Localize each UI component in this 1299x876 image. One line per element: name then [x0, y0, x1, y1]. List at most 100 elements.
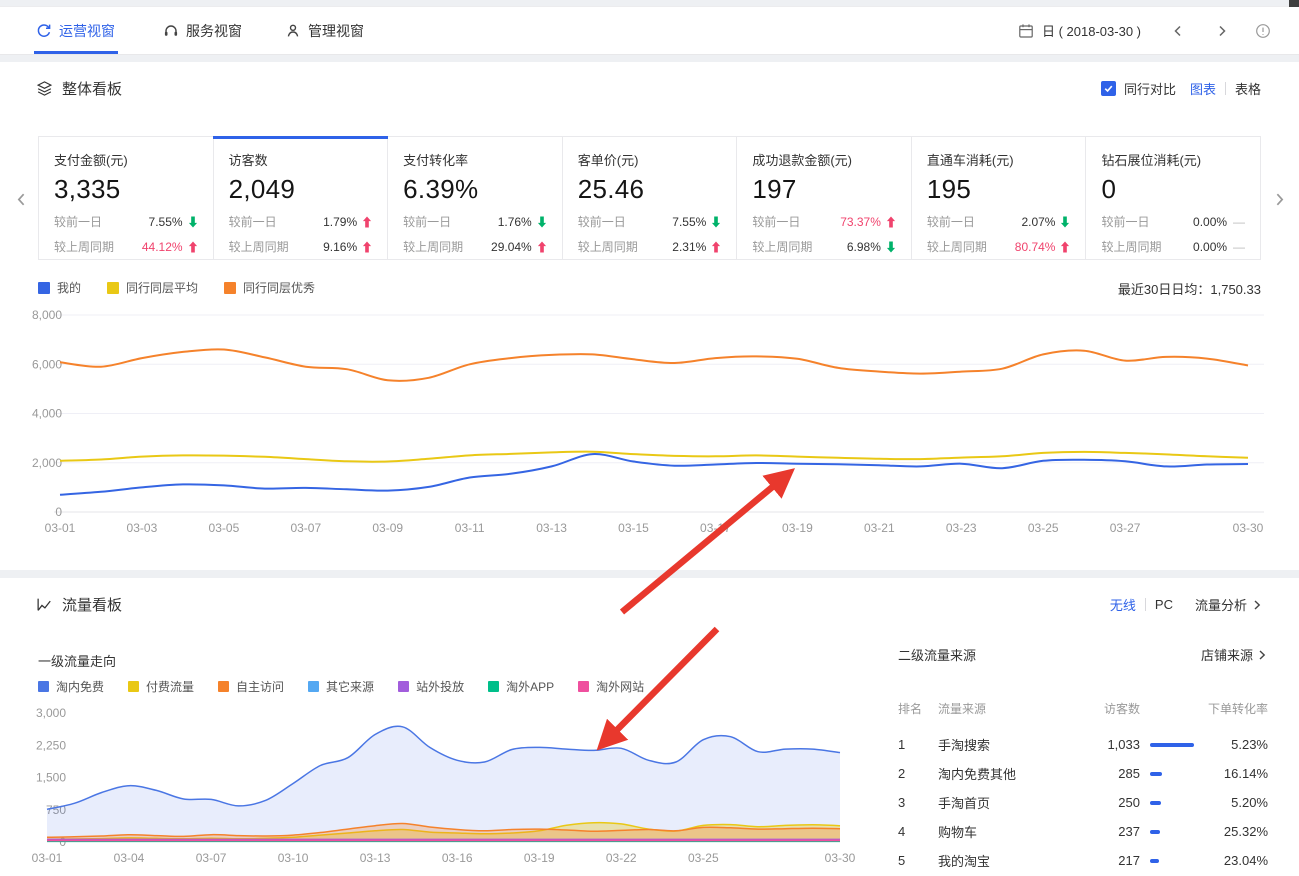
cards-next-button[interactable]: [1272, 192, 1287, 207]
compare-value: 44.12%: [142, 240, 183, 254]
compare-value: 6.98%: [847, 240, 881, 254]
metric-compare-row: 较前一日1.79%: [229, 213, 373, 230]
traffic-header: 流量看板: [36, 594, 122, 615]
next-date-button[interactable]: [1215, 24, 1229, 38]
shop-source-link[interactable]: 店铺来源: [1201, 645, 1268, 664]
svg-text:03-03: 03-03: [127, 521, 158, 535]
down-arrow-icon: [537, 216, 547, 228]
legend-item[interactable]: 付费流量: [128, 678, 194, 695]
legend-item[interactable]: 淘外APP: [488, 678, 554, 695]
metric-compare-row: 较上周同期29.04%: [403, 238, 547, 255]
metric-card-0[interactable]: 支付金额(元)3,335较前一日7.55%较上周同期44.12%: [39, 137, 214, 259]
svg-text:3,000: 3,000: [36, 706, 66, 720]
traffic-controls: 无线 PC 流量分析: [1110, 595, 1263, 614]
svg-text:03-11: 03-11: [455, 521, 485, 535]
compare-value: 80.74%: [1015, 240, 1056, 254]
svg-text:03-13: 03-13: [536, 521, 567, 535]
metric-cards: 支付金额(元)3,335较前一日7.55%较上周同期44.12%访客数2,049…: [38, 136, 1261, 260]
source-name-cell: 手淘搜索: [938, 735, 1088, 754]
metric-card-1[interactable]: 访客数2,049较前一日1.79%较上周同期9.16%: [214, 137, 389, 259]
tab-wireless[interactable]: 无线: [1110, 595, 1136, 614]
view-chart-link[interactable]: 图表: [1190, 79, 1216, 98]
compare-label: 较上周同期: [927, 238, 987, 255]
table-row[interactable]: 4购物车23725.32%: [898, 817, 1268, 846]
legend-item[interactable]: 站外投放: [398, 678, 464, 695]
compare-label: 较上周同期: [403, 238, 463, 255]
tab-operations[interactable]: 运营视窗: [36, 7, 115, 54]
svg-text:03-27: 03-27: [1110, 521, 1141, 535]
tab-service[interactable]: 服务视窗: [163, 7, 242, 54]
legend-item[interactable]: 我的: [38, 279, 81, 296]
metric-label: 访客数: [229, 150, 373, 169]
metric-value: 6.39%: [403, 174, 547, 205]
metric-card-6[interactable]: 钻石展位消耗(元)0较前一日0.00%—较上周同期0.00%—: [1086, 137, 1260, 259]
metric-value: 195: [927, 174, 1071, 205]
visitors-bar: [1150, 772, 1162, 776]
legend-item[interactable]: 淘内免费: [38, 678, 104, 695]
table-row[interactable]: 1手淘搜索1,0335.23%: [898, 730, 1268, 759]
table-row[interactable]: 3手淘首页2505.20%: [898, 788, 1268, 817]
traffic-chart-legend: 淘内免费 付费流量 自主访问 其它来源 站外投放 淘外APP 淘外网站: [38, 678, 644, 695]
layers-icon: [36, 80, 53, 97]
tab-management[interactable]: 管理视窗: [285, 7, 364, 54]
rank-cell: 3: [898, 795, 938, 810]
compare-label: 较前一日: [403, 213, 451, 230]
legend-label: 其它来源: [326, 678, 374, 695]
rate-cell: 5.23%: [1204, 737, 1268, 752]
compare-label: 较前一日: [752, 213, 800, 230]
shop-source-label[interactable]: 店铺来源: [1201, 645, 1253, 664]
metric-card-4[interactable]: 成功退款金额(元)197较前一日73.37%较上周同期6.98%: [737, 137, 912, 259]
metric-card-3[interactable]: 客单价(元)25.46较前一日7.55%较上周同期2.31%: [563, 137, 738, 259]
visitors-bar: [1150, 743, 1194, 747]
chevron-right-icon[interactable]: [1251, 599, 1263, 611]
legend-item[interactable]: 同行同层平均: [107, 279, 198, 296]
legend-label: 淘外网站: [596, 678, 644, 695]
overview-header: 整体看板: [36, 78, 122, 99]
visitors-cell: 217: [1088, 853, 1140, 868]
legend-item[interactable]: 其它来源: [308, 678, 374, 695]
view-table-link[interactable]: 表格: [1235, 79, 1261, 98]
topbar-right: 日 ( 2018-03-30 ): [1018, 7, 1271, 54]
column-header: 流量来源: [938, 700, 1088, 717]
prev-date-button[interactable]: [1171, 24, 1185, 38]
peer-compare-checkbox[interactable]: [1101, 81, 1116, 96]
svg-text:03-22: 03-22: [606, 851, 637, 865]
tab-pc[interactable]: PC: [1155, 597, 1173, 612]
visitors-cell: 1,033: [1088, 737, 1140, 752]
svg-text:2,000: 2,000: [32, 456, 62, 470]
calendar-icon[interactable]: [1018, 23, 1034, 39]
traffic-area-chart: 07501,5002,2503,00003-0103-0403-0703-100…: [14, 700, 864, 874]
svg-text:03-30: 03-30: [1233, 521, 1264, 535]
metric-card-2[interactable]: 支付转化率6.39%较前一日1.76%较上周同期29.04%: [388, 137, 563, 259]
table-row[interactable]: 5我的淘宝21723.04%: [898, 846, 1268, 875]
svg-text:03-15: 03-15: [618, 521, 649, 535]
rate-cell: 23.04%: [1204, 853, 1268, 868]
info-icon[interactable]: [1255, 23, 1271, 39]
compare-value: 7.55%: [672, 215, 706, 229]
date-mode-selector[interactable]: 日 ( 2018-03-30 ): [1042, 21, 1141, 40]
visitors-bar-cell: [1140, 801, 1204, 805]
legend-item[interactable]: 淘外网站: [578, 678, 644, 695]
traffic-sources: 二级流量来源 店铺来源 排名流量来源访客数下单转化率 1手淘搜索1,0335.2…: [898, 645, 1268, 875]
up-arrow-icon: [1060, 241, 1070, 253]
sources-table-body: 1手淘搜索1,0335.23%2淘内免费其他28516.14%3手淘首页2505…: [898, 730, 1268, 875]
scrollbar-thumb[interactable]: [1289, 0, 1299, 7]
metric-compare-row: 较上周同期2.31%: [578, 238, 722, 255]
visitors-cell: 285: [1088, 766, 1140, 781]
cards-prev-button[interactable]: [14, 192, 29, 207]
up-arrow-icon: [362, 216, 372, 228]
legend-label: 我的: [57, 279, 81, 296]
metric-compare-row: 较上周同期 80.74%: [927, 238, 1071, 255]
legend-item[interactable]: 同行同层优秀: [224, 279, 315, 296]
table-row[interactable]: 2淘内免费其他28516.14%: [898, 759, 1268, 788]
legend-swatch: [308, 681, 319, 692]
peer-compare-label[interactable]: 同行对比: [1124, 79, 1176, 98]
active-tab-underline: [34, 51, 118, 54]
compare-value: 7.55%: [149, 215, 183, 229]
svg-text:03-07: 03-07: [290, 521, 321, 535]
traffic-analysis-link[interactable]: 流量分析: [1195, 595, 1247, 614]
person-icon: [285, 23, 301, 39]
metric-card-5[interactable]: 直通车消耗(元)195较前一日2.07%较上周同期80.74%: [912, 137, 1087, 259]
overview-title: 整体看板: [62, 78, 122, 99]
legend-item[interactable]: 自主访问: [218, 678, 284, 695]
